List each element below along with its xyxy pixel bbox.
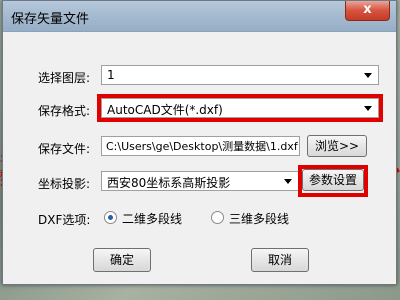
- chevron-down-icon: [364, 106, 372, 111]
- close-button[interactable]: x: [345, 1, 390, 21]
- format-select[interactable]: AutoCAD文件(*.dxf): [101, 98, 379, 118]
- chevron-down-icon: [284, 179, 292, 184]
- dxf-option-label: DXF选项:: [38, 213, 91, 227]
- dialog-title: 保存矢量文件: [11, 12, 90, 27]
- save-vector-dialog: 保存矢量文件 x 选择图层: 1 保存格式: AutoCAD文件(*.dxf) …: [2, 0, 397, 285]
- radio-3d-polyline[interactable]: [211, 211, 224, 224]
- dialog-titlebar: 保存矢量文件 x: [3, 1, 396, 32]
- ok-button[interactable]: 确定: [93, 248, 151, 272]
- projection-label: 坐标投影:: [38, 177, 91, 191]
- projection-select-value: 西安80坐标系高斯投影: [107, 176, 231, 190]
- radio-2d-polyline[interactable]: [104, 211, 117, 224]
- format-select-value: AutoCAD文件(*.dxf): [107, 103, 223, 117]
- browse-button[interactable]: 浏览>>: [307, 135, 367, 157]
- dialog-body: 选择图层: 1 保存格式: AutoCAD文件(*.dxf) 保存文件: 浏览>…: [11, 32, 387, 276]
- file-label: 保存文件:: [38, 142, 91, 156]
- radio-3d-polyline-label[interactable]: 三维多段线: [229, 210, 289, 227]
- layer-select-value: 1: [107, 68, 115, 82]
- close-icon: x: [363, 2, 372, 17]
- file-path-input[interactable]: [102, 137, 299, 155]
- params-settings-button[interactable]: 参数设置: [302, 169, 364, 191]
- file-path-field[interactable]: [101, 136, 300, 156]
- radio-2d-polyline-label[interactable]: 二维多段线: [122, 210, 182, 227]
- cancel-button[interactable]: 取消: [251, 248, 309, 272]
- projection-select[interactable]: 西安80坐标系高斯投影: [101, 171, 299, 191]
- layer-label: 选择图层:: [38, 71, 91, 85]
- layer-select[interactable]: 1: [101, 65, 379, 85]
- format-label: 保存格式:: [38, 104, 91, 118]
- chevron-down-icon: [364, 73, 372, 78]
